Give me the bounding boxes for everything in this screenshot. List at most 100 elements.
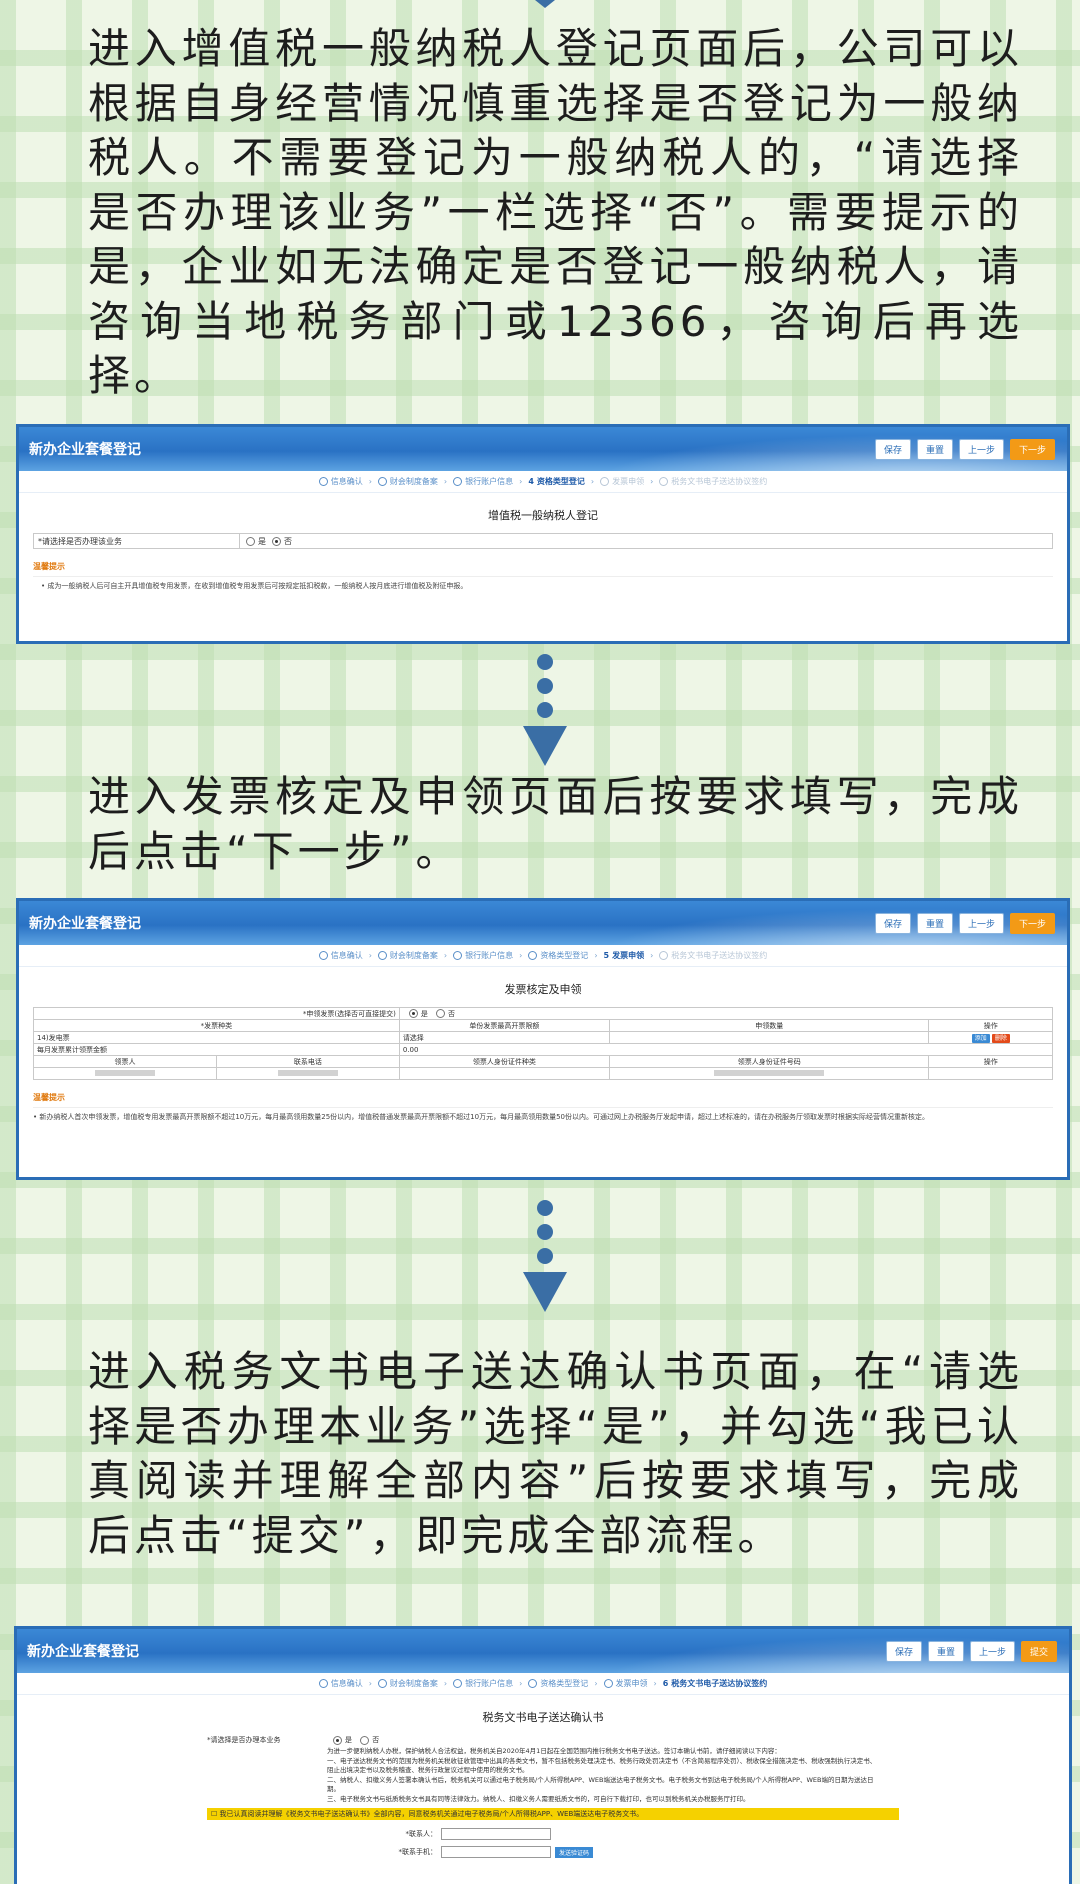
step-5: 发票申领 [600, 476, 644, 487]
phone-label: *联系手机： [398, 1848, 438, 1856]
step-4[interactable]: 资格类型登记 [528, 1678, 588, 1689]
add-button[interactable]: 添加 [971, 1034, 990, 1043]
step-6[interactable]: 6 税务文书电子送达协议签约 [663, 1678, 768, 1689]
instruction-paragraph-1: 进入增值税一般纳税人登记页面后，公司可以根据自身经营情况慎重选择是否登记为一般纳… [88, 24, 1023, 400]
reset-button[interactable]: 重置 [927, 1641, 964, 1662]
quantity-input[interactable] [609, 1031, 930, 1044]
flow-connector [520, 654, 570, 766]
app-header: 新办企业套餐登记 保存 重置 上一步 提交 [17, 1629, 1069, 1673]
contact-label: *联系人： [405, 1830, 438, 1838]
check-icon [377, 1679, 387, 1688]
send-code-button[interactable]: 发送验证码 [555, 1846, 594, 1858]
check-icon [600, 477, 610, 486]
down-arrow-icon [523, 1272, 567, 1312]
step-5[interactable]: 5 发票申领 [604, 950, 645, 961]
step-indicator: 信息确认 › 财会制度备案 › 银行账户信息 › 资格类型登记 › 发票申领 › 6 税务文… [17, 1673, 1069, 1695]
step-6: 税务文书电子送达协议签约 [659, 950, 767, 961]
col-phone: 联系电话 [215, 1055, 400, 1068]
no-radio[interactable] [436, 1009, 446, 1018]
col-op2: 操作 [928, 1055, 1053, 1068]
step-indicator: 信息确认 › 财会制度备案 › 银行账户信息 › 4 资格类型登记 › 发票申领 › 税务文… [19, 471, 1067, 493]
step-2[interactable]: 财会制度备案 [377, 950, 438, 961]
yes-radio[interactable] [408, 1009, 418, 1018]
form-title: 发票核定及申领 [504, 983, 582, 996]
check-icon [453, 477, 463, 486]
step-6: 税务文书电子送达协议签约 [659, 476, 767, 487]
yes-radio[interactable] [333, 1735, 342, 1745]
id-type-select[interactable] [398, 1067, 611, 1080]
invoice-table: *申领发票(选择否可直接提交) 是 否 *发票种类 单份发票最高开票限额 申领数… [33, 1007, 1054, 1080]
op-cell [928, 1067, 1053, 1080]
phone-cell[interactable] [215, 1067, 400, 1080]
doc-line-4: 三、电子税务文书与纸质税务文书具有同等法律效力。纳税人、扣缴义务人需要纸质文书的… [327, 1794, 750, 1803]
step-5[interactable]: 发票申领 [603, 1678, 648, 1689]
prev-button[interactable]: 上一步 [958, 439, 1004, 460]
step-3[interactable]: 银行账户信息 [453, 476, 513, 487]
tip-text: • 成为一般纳税人后可自主开具增值税专用发票，在收到增值税专用发票后可按规定抵扣… [41, 582, 468, 590]
prev-button[interactable]: 上一步 [969, 1641, 1015, 1662]
app-header: 新办企业套餐登记 保存 重置 上一步 下一步 [19, 427, 1067, 471]
next-button[interactable]: 下一步 [1009, 439, 1055, 460]
agree-text: 我已认真阅读并理解《税务文书电子送达确认书》全部内容，同意税务机关通过电子税务局… [219, 1810, 644, 1818]
check-icon [603, 1679, 613, 1688]
yes-radio[interactable] [246, 536, 255, 546]
reset-button[interactable]: 重置 [916, 913, 953, 934]
col-max-amount: 单份发票最高开票限额 [398, 1019, 611, 1032]
delete-button[interactable]: 删除 [991, 1034, 1010, 1043]
instruction-paragraph-3: 进入税务文书电子送达确认书页面，在“请选择是否办理本业务”选择“是”，并勾选“我… [88, 1347, 1023, 1560]
phone-input[interactable] [441, 1846, 551, 1858]
reset-button[interactable]: 重置 [916, 439, 953, 460]
step-4[interactable]: 资格类型登记 [528, 950, 588, 961]
step-3[interactable]: 银行账户信息 [453, 1678, 513, 1689]
monthly-label: 每月发票累计领票金额 [33, 1043, 400, 1056]
id-no-cell[interactable] [609, 1067, 930, 1080]
check-icon [377, 477, 387, 486]
save-button[interactable]: 保存 [885, 1641, 922, 1662]
no-radio[interactable] [360, 1735, 370, 1745]
agree-checkbox-row[interactable]: ☐ 我已认真阅读并理解《税务文书电子送达确认书》全部内容，同意税务机关通过电子税… [207, 1808, 899, 1820]
doc-section: *请选择是否办理本业务 是 否 为进一步便利纳税人办税，保护纳税人合法权益，税务… [207, 1735, 1069, 1804]
col-receiver: 领票人 [33, 1055, 217, 1068]
top-arrow-icon [535, 0, 555, 8]
col-quantity: 申领数量 [609, 1019, 930, 1032]
check-icon [659, 477, 669, 486]
check-icon [528, 951, 538, 960]
contact-input[interactable] [441, 1828, 551, 1840]
step-1[interactable]: 信息确认 [318, 950, 363, 961]
step-2[interactable]: 财会制度备案 [377, 1678, 438, 1689]
next-button[interactable]: 下一步 [1009, 913, 1055, 934]
step-2[interactable]: 财会制度备案 [377, 476, 438, 487]
check-icon [377, 951, 387, 960]
submit-button[interactable]: 提交 [1020, 1641, 1057, 1662]
tip-title: 温馨提示 [33, 561, 1053, 577]
step-3[interactable]: 银行账户信息 [453, 950, 513, 961]
step-4[interactable]: 4 资格类型登记 [528, 476, 585, 487]
app-header: 新办企业套餐登记 保存 重置 上一步 下一步 [19, 901, 1067, 945]
save-button[interactable]: 保存 [874, 913, 911, 934]
tip-text: • 新办纳税人首次申领发票，增值税专用发票最高开票限额不超过10万元，每月最高领… [33, 1113, 929, 1121]
no-radio[interactable] [272, 536, 281, 546]
field-label: *请选择是否办理该业务 [34, 534, 240, 548]
monthly-value: 0.00 [398, 1043, 1054, 1056]
prev-button[interactable]: 上一步 [958, 913, 1004, 934]
phone-row: *联系手机： 发送验证码 [397, 1846, 1069, 1858]
invoice-type-select[interactable]: 14)发电票 [33, 1031, 400, 1044]
step-1[interactable]: 信息确认 [318, 476, 363, 487]
col-invoice-type: *发票种类 [33, 1019, 400, 1032]
form-title: 增值税一般纳税人登记 [488, 509, 598, 522]
form-title: 税务文书电子送达确认书 [482, 1711, 604, 1724]
check-icon [318, 1679, 328, 1688]
app-title: 新办企业套餐登记 [29, 442, 141, 458]
col-operation: 操作 [928, 1019, 1053, 1032]
save-button[interactable]: 保存 [874, 439, 911, 460]
check-icon [528, 1679, 538, 1688]
app-title: 新办企业套餐登记 [27, 1644, 139, 1660]
receiver-cell[interactable] [33, 1067, 217, 1080]
col-id-no: 领票人身份证件号码 [609, 1055, 930, 1068]
step-1[interactable]: 信息确认 [318, 1678, 363, 1689]
field-label: *请选择是否办理本业务 [207, 1736, 281, 1744]
instruction-paragraph-2: 进入发票核定及申领页面后按要求填写，完成后点击“下一步”。 [88, 772, 1023, 876]
screenshot-invoice-application: 新办企业套餐登记 保存 重置 上一步 下一步 信息确认 › 财会制度备案 › 银行账… [16, 898, 1070, 1180]
max-amount-select[interactable]: 请选择 [398, 1031, 611, 1044]
check-icon [659, 951, 669, 960]
